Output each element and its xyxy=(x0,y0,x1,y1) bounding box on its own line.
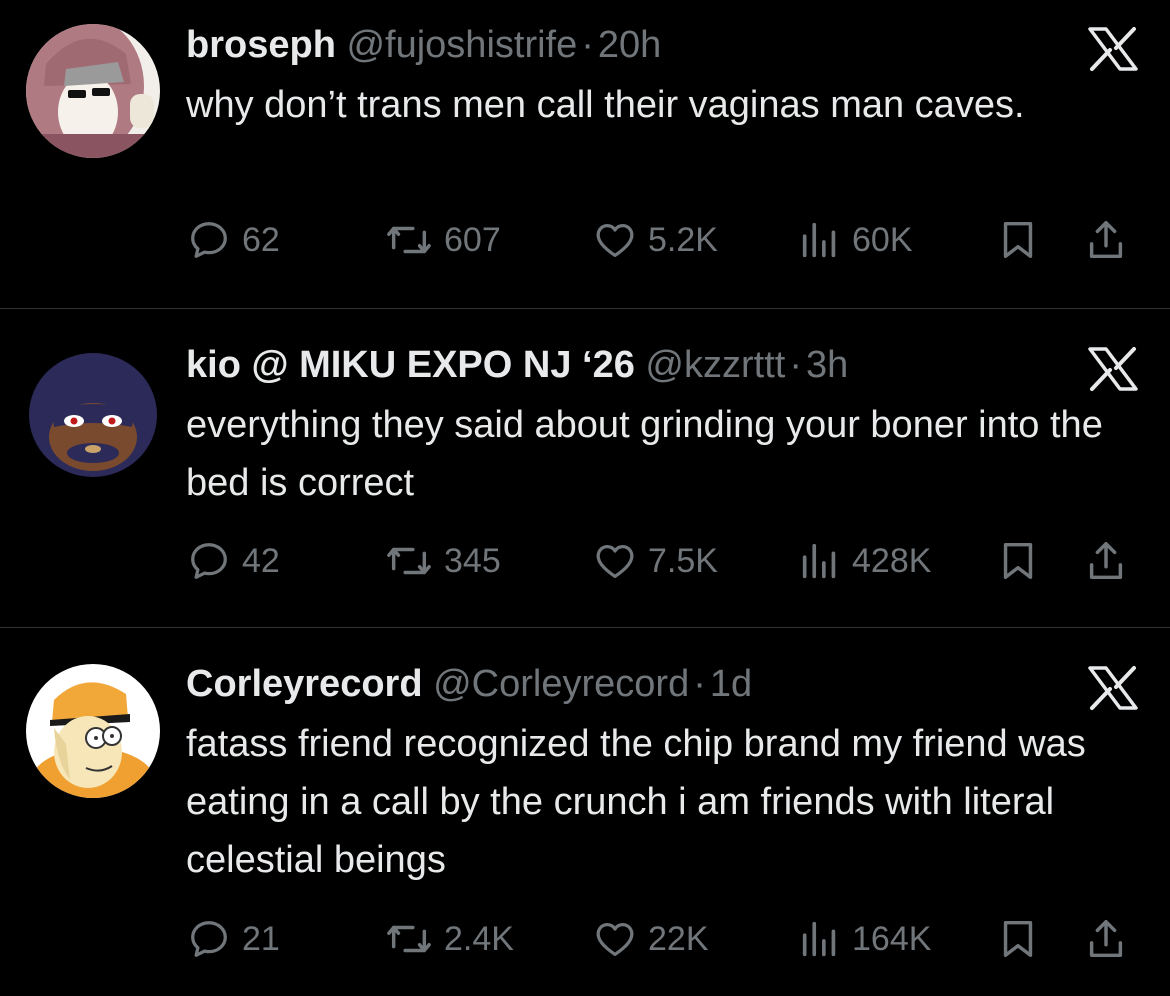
views-button[interactable]: 60K xyxy=(798,215,913,265)
timestamp[interactable]: 20h xyxy=(598,24,661,66)
view-count: 428K xyxy=(852,541,932,580)
reply-icon xyxy=(191,543,227,579)
view-count: 164K xyxy=(852,919,932,958)
display-name[interactable]: Corleyrecord xyxy=(186,663,423,705)
retweet-button[interactable]: 607 xyxy=(384,215,501,265)
display-name[interactable]: kio @ MIKU EXPO NJ ‘26 xyxy=(186,344,635,386)
views-chart-icon xyxy=(802,921,836,957)
reply-icon xyxy=(191,222,227,258)
view-count: 60K xyxy=(852,220,913,259)
avatar-image xyxy=(26,345,160,479)
retweet-icon xyxy=(387,547,431,575)
user-handle[interactable]: @fujoshistrife xyxy=(346,24,577,66)
bookmark-icon xyxy=(1003,920,1033,958)
avatar-image xyxy=(26,24,160,158)
action-bar: 62 607 5.2K 60K xyxy=(186,215,1140,265)
tweet-feed: broseph @fujoshistrife · 20h why don’t tra… xyxy=(0,0,1170,996)
reply-button[interactable]: 21 xyxy=(186,914,280,964)
share-button[interactable] xyxy=(1084,914,1138,964)
reply-count: 42 xyxy=(242,541,280,580)
timestamp[interactable]: 1d xyxy=(710,663,752,705)
views-button[interactable]: 428K xyxy=(798,536,931,586)
bookmark-button[interactable] xyxy=(998,215,1048,265)
avatar[interactable] xyxy=(26,345,160,479)
tweet-text: fatass friend recognized the chip brand … xyxy=(186,723,1086,881)
share-icon xyxy=(1089,542,1123,580)
retweet-icon xyxy=(387,925,431,953)
views-button[interactable]: 164K xyxy=(798,914,931,964)
user-handle[interactable]: @Corleyrecord xyxy=(433,663,689,705)
like-button[interactable]: 22K xyxy=(592,914,709,964)
user-handle[interactable]: @kzzrttt xyxy=(645,344,785,386)
tweet-header: Corleyrecord @Corleyrecord · 1d xyxy=(186,659,752,709)
x-logo-icon[interactable] xyxy=(1086,346,1140,392)
like-count: 7.5K xyxy=(648,541,718,580)
reply-button[interactable]: 42 xyxy=(186,536,280,586)
action-bar: 21 2.4K 22K 164K xyxy=(186,914,1140,964)
views-chart-icon xyxy=(802,543,836,579)
display-name[interactable]: broseph xyxy=(186,24,336,66)
share-button[interactable] xyxy=(1084,215,1138,265)
action-bar: 42 345 7.5K 428K xyxy=(186,536,1140,586)
bookmark-button[interactable] xyxy=(998,914,1048,964)
retweet-icon xyxy=(387,226,431,254)
separator-dot: · xyxy=(581,24,594,66)
tweet-header: broseph @fujoshistrife · 20h xyxy=(186,20,661,70)
separator-dot: · xyxy=(789,344,802,386)
bookmark-icon xyxy=(1003,221,1033,259)
timestamp[interactable]: 3h xyxy=(806,344,848,386)
avatar-image xyxy=(26,664,160,798)
bookmark-button[interactable] xyxy=(998,536,1048,586)
separator-dot: · xyxy=(693,663,706,705)
tweet-text: everything they said about grinding your… xyxy=(186,404,1103,504)
like-count: 5.2K xyxy=(648,220,718,259)
retweet-count: 345 xyxy=(444,541,501,580)
heart-icon xyxy=(596,922,634,956)
share-button[interactable] xyxy=(1084,536,1138,586)
like-count: 22K xyxy=(648,919,709,958)
x-logo-icon[interactable] xyxy=(1086,26,1140,72)
reply-icon xyxy=(191,921,227,957)
retweet-count: 607 xyxy=(444,220,501,259)
heart-icon xyxy=(596,544,634,578)
reply-button[interactable]: 62 xyxy=(186,215,280,265)
x-logo-icon[interactable] xyxy=(1086,665,1140,711)
avatar[interactable] xyxy=(26,24,160,158)
retweet-button[interactable]: 345 xyxy=(384,536,501,586)
tweet-header: kio @ MIKU EXPO NJ ‘26 @kzzrttt · 3h xyxy=(186,340,848,390)
reply-count: 21 xyxy=(242,919,280,958)
retweet-button[interactable]: 2.4K xyxy=(384,914,514,964)
tweet-text: why don’t trans men call their vaginas m… xyxy=(186,84,1025,126)
tweet[interactable]: broseph @fujoshistrife · 20h why don’t tra… xyxy=(0,0,1170,308)
like-button[interactable]: 5.2K xyxy=(592,215,718,265)
share-icon xyxy=(1089,920,1123,958)
tweet[interactable]: kio @ MIKU EXPO NJ ‘26 @kzzrttt · 3h every… xyxy=(0,309,1170,627)
tweet[interactable]: Corleyrecord @Corleyrecord · 1d fatass fri… xyxy=(0,628,1170,996)
avatar[interactable] xyxy=(26,664,160,798)
share-icon xyxy=(1089,221,1123,259)
bookmark-icon xyxy=(1003,542,1033,580)
heart-icon xyxy=(596,223,634,257)
retweet-count: 2.4K xyxy=(444,919,514,958)
views-chart-icon xyxy=(802,222,836,258)
reply-count: 62 xyxy=(242,220,280,259)
like-button[interactable]: 7.5K xyxy=(592,536,718,586)
